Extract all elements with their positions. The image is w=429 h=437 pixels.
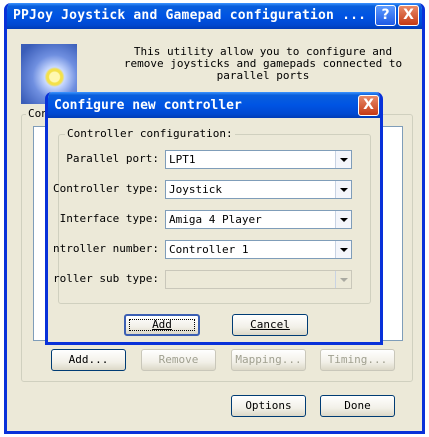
mapping-button[interactable]: Mapping... [231,349,306,371]
description-text: This utility allow you to configure and … [123,45,403,82]
main-titlebar[interactable]: PPJoy Joystick and Gamepad configuration… [7,3,422,29]
chevron-down-icon[interactable] [335,211,351,228]
add-controller-button[interactable]: Add... [51,349,126,371]
parallel-port-select[interactable]: LPT1 [165,150,352,169]
timing-button[interactable]: Timing... [320,349,395,371]
dialog-add-button[interactable]: Add [124,314,200,336]
controller-number-label: Controller number: [53,242,159,255]
chevron-down-icon [335,271,351,288]
dialog-titlebar[interactable]: Configure new controller X [48,92,380,118]
controller-config-group: Controller configuration: Parallel port:… [53,128,371,304]
controller-number-select[interactable]: Controller 1 [165,240,352,259]
controller-sub-type-select[interactable] [165,270,352,289]
chevron-down-icon[interactable] [335,181,351,198]
chevron-down-icon[interactable] [335,151,351,168]
remove-button[interactable]: Remove [141,349,216,371]
interface-type-label: Interface type: [59,212,159,225]
dialog-close-button[interactable]: X [358,95,379,116]
controller-type-select[interactable]: Joystick [165,180,352,199]
controller-type-label: Controller type: [53,182,159,195]
main-close-button[interactable]: X [398,5,419,26]
main-window-title: PPJoy Joystick and Gamepad configuration… [13,8,367,23]
done-button[interactable]: Done [320,395,395,417]
controller-sub-type-label: Controller sub type: [53,272,159,285]
controller-config-label: Controller configuration: [65,127,235,140]
chevron-down-icon[interactable] [335,241,351,258]
options-button[interactable]: Options [231,395,306,417]
help-button[interactable]: ? [375,5,396,26]
dialog-title: Configure new controller [54,98,242,113]
configure-controller-dialog: Configure new controller X Controller co… [45,92,383,345]
dialog-cancel-button[interactable]: Cancel [232,314,308,336]
interface-type-select[interactable]: Amiga 4 Player [165,210,352,229]
parallel-port-label: Parallel port: [66,152,159,165]
